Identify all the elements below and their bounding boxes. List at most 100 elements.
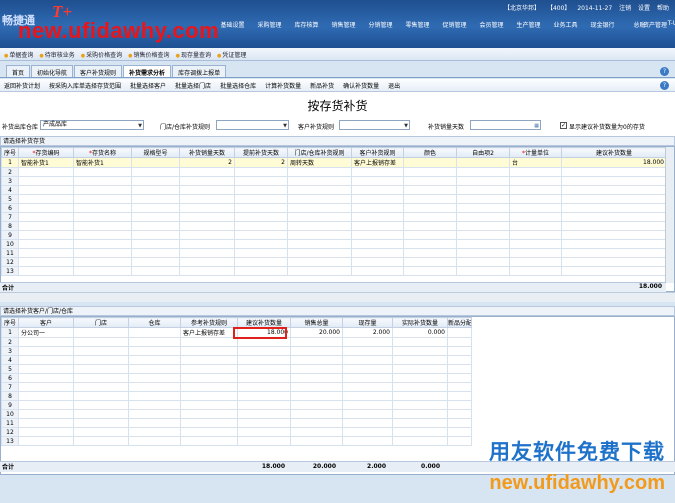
cell — [561, 194, 667, 204]
customer-rule-select[interactable]: ▼ — [339, 120, 410, 130]
help-icon[interactable]: ? — [660, 67, 669, 76]
quick-stock-query[interactable]: 现存量查询 — [176, 50, 211, 59]
quick-sales-price[interactable]: 销售价格查询 — [128, 50, 170, 59]
col-header[interactable]: 门店 — [73, 317, 129, 328]
col-header[interactable]: 规格型号 — [131, 147, 180, 158]
menu-item-purchase[interactable]: 采购管理 — [251, 20, 288, 29]
batch-customer-button[interactable]: 批量选择客户 — [130, 81, 166, 90]
batch-warehouse-button[interactable]: 批量选择仓库 — [220, 81, 256, 90]
cell — [128, 400, 181, 410]
warehouse-select[interactable]: 产成品库 ▼ — [40, 120, 144, 130]
tab-customer-rules[interactable]: 客户补货规则 — [74, 65, 123, 77]
cell[interactable]: 20.000 — [290, 327, 343, 338]
quick-purchase-price[interactable]: 采购价格查询 — [81, 50, 122, 59]
cell[interactable]: 智能补货1 — [73, 157, 132, 168]
tab-home[interactable]: 首页 — [6, 65, 31, 77]
menu-item-production[interactable]: 生产管理 — [510, 20, 547, 29]
cell[interactable]: 2 — [179, 157, 235, 168]
col-header[interactable]: *存货编码 — [18, 147, 74, 158]
cell[interactable] — [456, 157, 510, 168]
cell[interactable]: 智能补货1 — [18, 157, 74, 168]
chevron-down-icon: ▼ — [138, 123, 142, 129]
cell — [290, 364, 343, 374]
col-header[interactable]: 门店/仓库补货规则 — [287, 147, 352, 158]
cell — [561, 230, 667, 240]
menu-item-assets[interactable]: 资产管理 — [643, 20, 667, 29]
cell[interactable]: 18.000 — [561, 157, 667, 168]
cell[interactable]: 分公司一 — [18, 327, 74, 338]
col-header[interactable]: *存货名称 — [73, 147, 132, 158]
exit-button[interactable]: 退出 — [388, 81, 400, 90]
cell — [73, 337, 129, 347]
col-header[interactable]: 参考补货规则 — [180, 317, 238, 328]
cell — [128, 427, 181, 437]
calculate-button[interactable]: 计算补货数量 — [265, 81, 301, 90]
cell — [131, 194, 180, 204]
menu-item-tools[interactable]: 业务工具 — [547, 20, 584, 29]
cell — [128, 337, 181, 347]
cell — [237, 346, 291, 356]
menu-item-sales[interactable]: 销售管理 — [325, 20, 362, 29]
menu-item-retail[interactable]: 零售管理 — [399, 20, 436, 29]
col-header[interactable]: 现存量 — [342, 317, 393, 328]
cell[interactable] — [131, 157, 180, 168]
menu-item-inventory[interactable]: 库存核算 — [288, 20, 325, 29]
col-header[interactable]: 建议补货数量 — [561, 147, 667, 158]
col-header[interactable]: 新品分配比重 — [447, 317, 472, 328]
cell[interactable]: 客户上报销存差 — [351, 157, 404, 168]
col-header[interactable]: 颜色 — [403, 147, 457, 158]
cell[interactable] — [73, 327, 129, 338]
grid1-total-value: 18.000 — [638, 283, 662, 290]
toolbar-help-icon[interactable]: ? — [660, 81, 669, 90]
tab-init-guide[interactable]: 初始化导航 — [31, 65, 74, 77]
col-header[interactable]: 序号 — [1, 147, 19, 158]
quick-voucher[interactable]: 凭证管理 — [217, 50, 246, 59]
menu-item-promotion[interactable]: 促销管理 — [436, 20, 473, 29]
days-input[interactable]: ▦ — [470, 120, 541, 130]
help-link[interactable]: 帮助 — [657, 5, 669, 12]
cell — [234, 167, 288, 177]
col-header[interactable]: 提前补货天数 — [234, 147, 288, 158]
col-header[interactable]: 客户补货规则 — [351, 147, 404, 158]
cell[interactable] — [447, 327, 472, 338]
cell[interactable]: 客户上报销存差 — [180, 327, 238, 338]
col-header[interactable]: 客户 — [18, 317, 74, 328]
cell[interactable]: 2 — [234, 157, 288, 168]
col-header[interactable]: *计量单位 — [509, 147, 562, 158]
tab-replenish-analysis[interactable]: 补货需求分析 — [123, 65, 172, 77]
menu-item-basic-settings[interactable]: 基础设置 — [214, 20, 251, 29]
grid1-horizontal-scrollbar[interactable] — [0, 292, 675, 302]
col-header[interactable]: 序号 — [1, 317, 19, 328]
settings-link[interactable]: 设置 — [638, 5, 650, 12]
cell[interactable]: 0.000 — [392, 327, 448, 338]
grid2-total-label: 合计 — [2, 464, 15, 471]
select-by-receipt-button[interactable]: 按采购入库单选择存货范围 — [49, 81, 121, 90]
col-header[interactable]: 销售总量 — [290, 317, 343, 328]
cell[interactable]: 台 — [509, 157, 562, 168]
show-zero-checkbox[interactable]: ✓ — [560, 122, 567, 129]
store-rule-select[interactable]: ▼ — [216, 120, 289, 130]
cell[interactable] — [403, 157, 457, 168]
quick-pending-review[interactable]: 待审核业务 — [39, 50, 75, 59]
new-product-button[interactable]: 新品补货 — [310, 81, 334, 90]
menu-item-member[interactable]: 会员管理 — [473, 20, 510, 29]
back-to-plan-button[interactable]: 返回补货计划 — [4, 81, 40, 90]
cell[interactable]: 2.000 — [342, 327, 393, 338]
col-header[interactable]: 实际补货数量 — [392, 317, 448, 328]
grid1-vertical-scrollbar[interactable] — [665, 147, 674, 283]
col-header[interactable]: 自由项2 — [456, 147, 510, 158]
cell — [403, 239, 457, 249]
tab-transfer-report[interactable]: 库存调拨上报单 — [172, 65, 227, 77]
cell[interactable]: 周转天数 — [287, 157, 352, 168]
col-header[interactable]: 仓库 — [128, 317, 181, 328]
col-header[interactable]: 建议补货数量 — [237, 317, 291, 328]
table-row[interactable]: 1 智能补货1 智能补货1 2 2 周转天数 客户上报销存差 台 18.000 — [1, 157, 667, 168]
col-header[interactable]: 补货销量天数 — [179, 147, 235, 158]
menu-item-distribution[interactable]: 分销管理 — [362, 20, 399, 29]
confirm-button[interactable]: 确认补货数量 — [343, 81, 379, 90]
batch-store-button[interactable]: 批量选择门店 — [175, 81, 211, 90]
logout-link[interactable]: 注销 — [619, 5, 631, 12]
menu-item-cash[interactable]: 现金银行 — [584, 20, 621, 29]
cell[interactable] — [128, 327, 181, 338]
quick-doc-query[interactable]: 单据查询 — [4, 50, 33, 59]
